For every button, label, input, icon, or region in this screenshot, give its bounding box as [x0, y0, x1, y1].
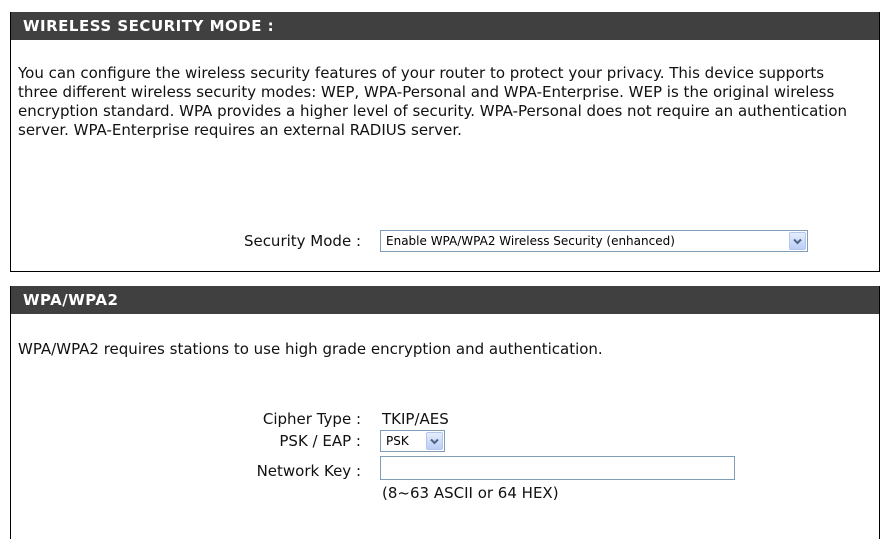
psk-eap-label: PSK / EAP :: [279, 432, 361, 450]
wpa-panel: WPA/WPA2 WPA/WPA2 requires stations to u…: [10, 286, 880, 539]
psk-eap-select-value: PSK: [386, 434, 409, 448]
security-mode-select[interactable]: Enable WPA/WPA2 Wireless Security (enhan…: [380, 230, 808, 252]
chevron-down-icon: [793, 238, 802, 244]
network-key-label: Network Key :: [256, 462, 361, 480]
security-mode-select-value: Enable WPA/WPA2 Wireless Security (enhan…: [386, 234, 675, 248]
wpa-header: WPA/WPA2: [11, 286, 879, 314]
network-key-hint: (8~63 ASCII or 64 HEX): [382, 484, 559, 502]
security-mode-dropdown-button[interactable]: [789, 232, 806, 250]
wpa-description: WPA/WPA2 requires stations to use high g…: [18, 340, 603, 358]
chevron-down-icon: [430, 438, 439, 444]
security-mode-header: WIRELESS SECURITY MODE :: [11, 12, 879, 40]
psk-eap-select[interactable]: PSK: [380, 430, 445, 452]
cipher-type-label: Cipher Type :: [262, 410, 361, 428]
network-key-input[interactable]: [380, 456, 735, 480]
cipher-type-value: TKIP/AES: [382, 410, 449, 428]
security-mode-label: Security Mode :: [243, 232, 361, 250]
security-mode-description: You can configure the wireless security …: [18, 64, 847, 139]
security-mode-panel: WIRELESS SECURITY MODE : You can configu…: [10, 12, 880, 272]
psk-eap-dropdown-button[interactable]: [426, 432, 443, 450]
